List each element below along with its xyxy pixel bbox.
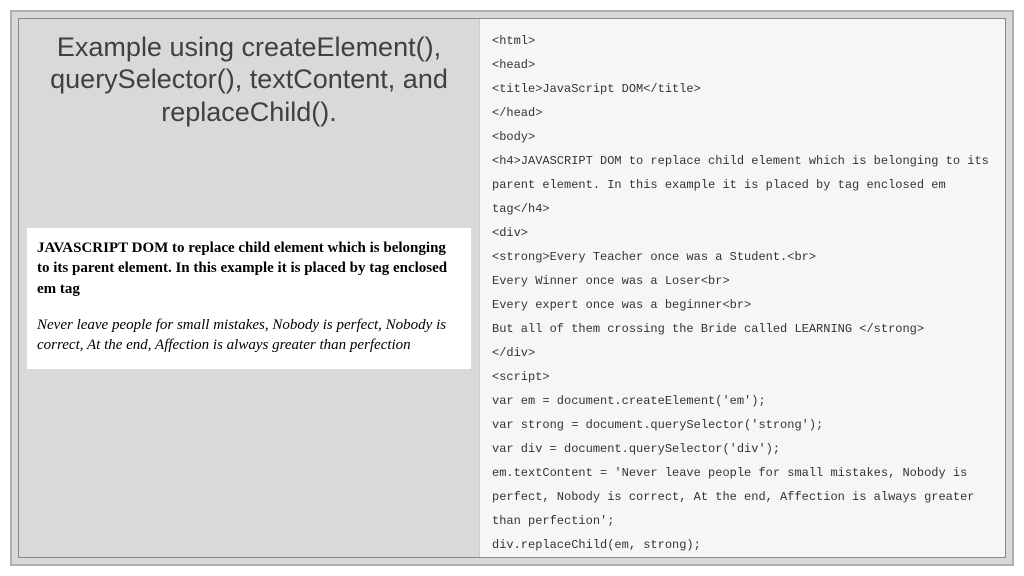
code-line: div.replaceChild(em, strong); — [492, 538, 701, 552]
output-em-text: Never leave people for small mistakes, N… — [37, 315, 461, 356]
code-line: </head> — [492, 106, 542, 120]
code-line: </div> — [492, 346, 535, 360]
code-line: <body> — [492, 130, 535, 144]
code-line: <h4>JAVASCRIPT DOM to replace child elem… — [492, 154, 996, 216]
code-line: em.textContent = 'Never leave people for… — [492, 466, 982, 528]
code-line: <head> — [492, 58, 535, 72]
slide-inner-frame: Example using createElement(), querySele… — [18, 18, 1006, 558]
code-line: <strong>Every Teacher once was a Student… — [492, 250, 816, 264]
code-line: Every expert once was a beginner<br> — [492, 298, 751, 312]
rendered-output-box: JAVASCRIPT DOM to replace child element … — [27, 228, 471, 369]
left-panel: Example using createElement(), querySele… — [19, 19, 479, 557]
code-line: <title>JavaScript DOM</title> — [492, 82, 701, 96]
code-line: <div> — [492, 226, 528, 240]
code-line: var div = document.querySelector('div'); — [492, 442, 780, 456]
code-line: But all of them crossing the Bride calle… — [492, 322, 924, 336]
code-line: var em = document.createElement('em'); — [492, 394, 766, 408]
slide-outer-frame: Example using createElement(), querySele… — [10, 10, 1014, 566]
code-line: Every Winner once was a Loser<br> — [492, 274, 730, 288]
code-panel: <html> <head> <title>JavaScript DOM</tit… — [479, 19, 1005, 557]
code-line: var strong = document.querySelector('str… — [492, 418, 823, 432]
code-line: <script> — [492, 370, 550, 384]
slide-title: Example using createElement(), querySele… — [37, 31, 461, 128]
code-line: <html> — [492, 34, 535, 48]
output-heading: JAVASCRIPT DOM to replace child element … — [37, 238, 461, 299]
